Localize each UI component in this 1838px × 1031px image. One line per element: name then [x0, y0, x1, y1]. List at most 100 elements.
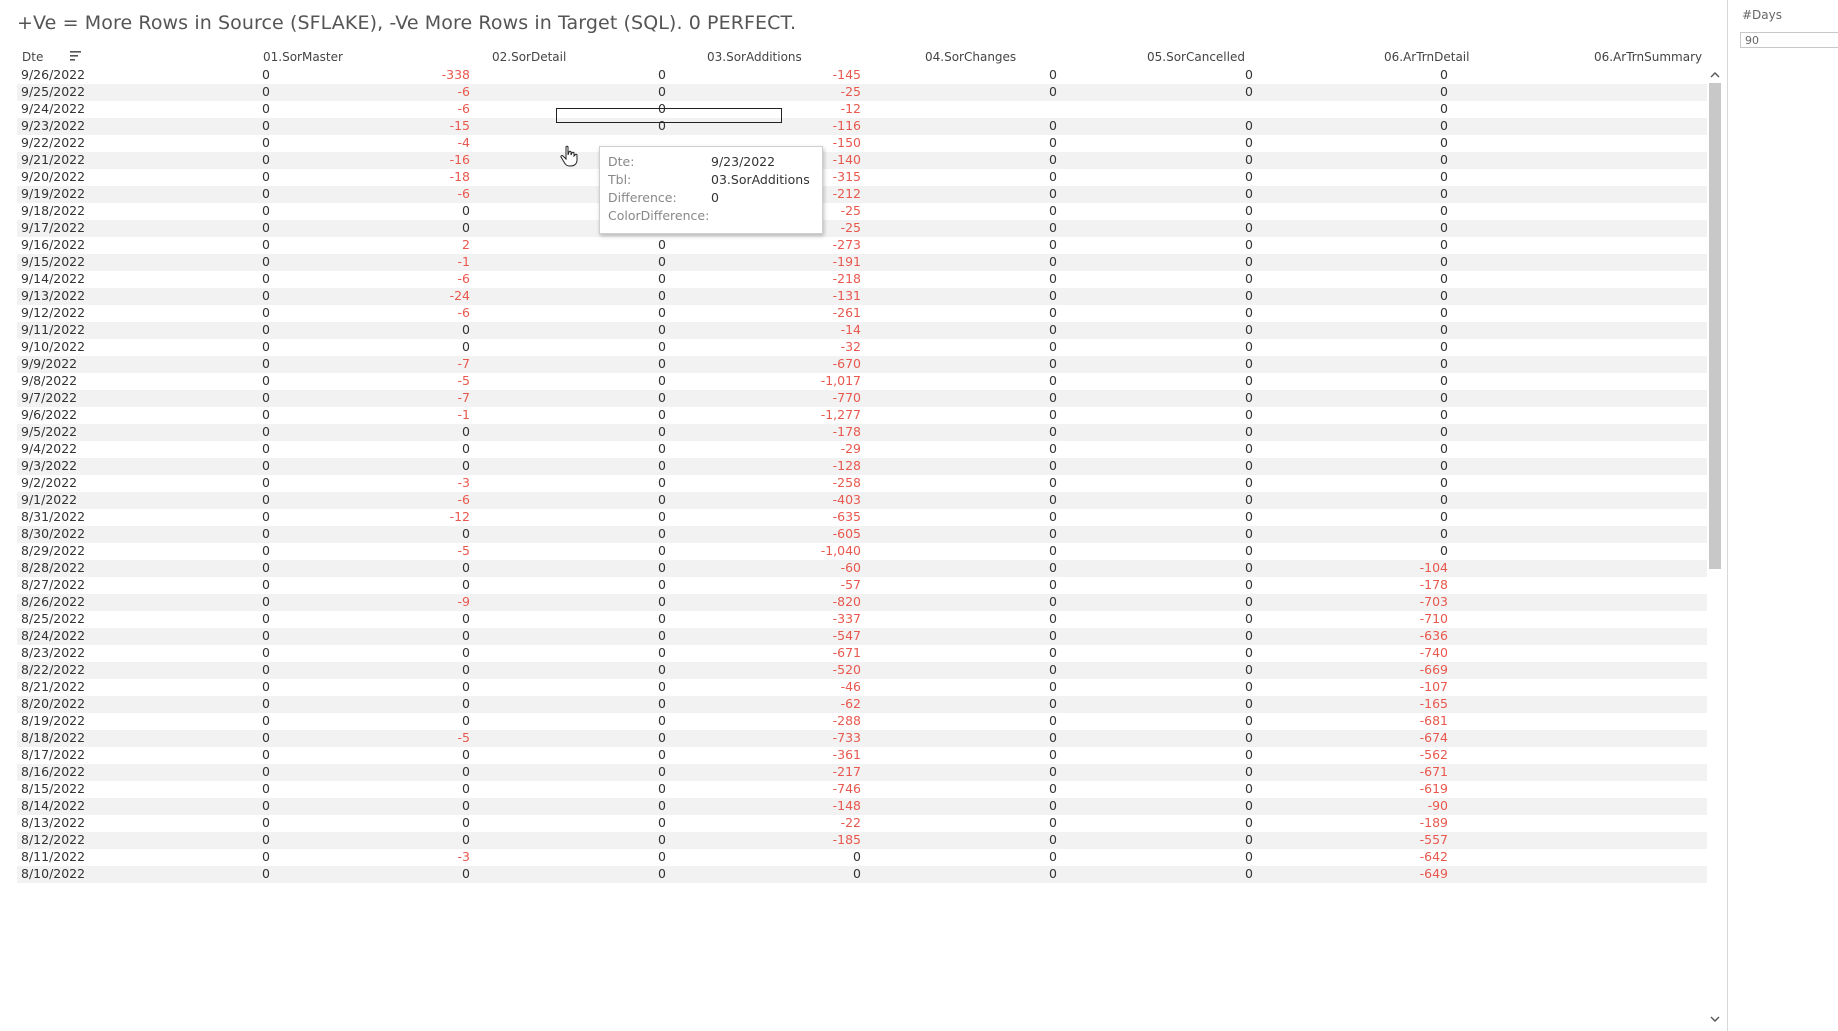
- table-row[interactable]: 8/17/2022 0 0 0 -361 0 0 -562: [17, 747, 1707, 764]
- value-cell[interactable]: 0: [977, 577, 1057, 592]
- value-cell[interactable]: -15: [390, 118, 470, 133]
- value-cell[interactable]: 0: [977, 628, 1057, 643]
- value-cell[interactable]: 0: [190, 611, 270, 626]
- table-row[interactable]: 9/9/2022 0 -7 0 -670 0 0 0: [17, 356, 1707, 373]
- column-header-soradditions[interactable]: 03.SorAdditions: [707, 50, 802, 64]
- value-cell[interactable]: 0: [1173, 645, 1253, 660]
- value-cell[interactable]: -520: [781, 662, 861, 677]
- value-cell[interactable]: -1: [390, 407, 470, 422]
- date-cell[interactable]: 8/18/2022: [21, 730, 85, 745]
- value-cell[interactable]: 0: [1173, 356, 1253, 371]
- date-cell[interactable]: 9/22/2022: [21, 135, 85, 150]
- value-cell[interactable]: 0: [977, 186, 1057, 201]
- value-cell[interactable]: 0: [390, 696, 470, 711]
- value-cell[interactable]: 0: [190, 475, 270, 490]
- value-cell[interactable]: -9: [390, 594, 470, 609]
- column-header-sorcancelled[interactable]: 05.SorCancelled: [1147, 50, 1245, 64]
- value-cell[interactable]: 0: [1173, 475, 1253, 490]
- value-cell[interactable]: -29: [781, 441, 861, 456]
- value-cell[interactable]: 0: [190, 509, 270, 524]
- value-cell[interactable]: 0: [1368, 356, 1448, 371]
- value-cell[interactable]: 0: [977, 832, 1057, 847]
- value-cell[interactable]: 0: [977, 373, 1057, 388]
- date-cell[interactable]: 9/3/2022: [21, 458, 77, 473]
- value-cell[interactable]: -361: [781, 747, 861, 762]
- value-cell[interactable]: 0: [1173, 237, 1253, 252]
- value-cell[interactable]: -4: [390, 135, 470, 150]
- table-row[interactable]: 9/5/2022 0 0 0 -178 0 0 0: [17, 424, 1707, 441]
- value-cell[interactable]: 0: [1173, 594, 1253, 609]
- column-header-dte[interactable]: Dte: [22, 50, 43, 64]
- value-cell[interactable]: 0: [977, 458, 1057, 473]
- table-row[interactable]: 9/23/2022 0 -15 0 -116 0 0 0: [17, 118, 1707, 135]
- table-row[interactable]: 8/18/2022 0 -5 0 -733 0 0 -674: [17, 730, 1707, 747]
- value-cell[interactable]: 0: [586, 254, 666, 269]
- value-cell[interactable]: -6: [390, 101, 470, 116]
- date-cell[interactable]: 8/24/2022: [21, 628, 85, 643]
- value-cell[interactable]: -5: [390, 730, 470, 745]
- table-row[interactable]: 8/24/2022 0 0 0 -547 0 0 -636: [17, 628, 1707, 645]
- date-cell[interactable]: 9/2/2022: [21, 475, 77, 490]
- value-cell[interactable]: 0: [390, 526, 470, 541]
- value-cell[interactable]: 0: [1173, 339, 1253, 354]
- value-cell[interactable]: -820: [781, 594, 861, 609]
- value-cell[interactable]: 0: [190, 169, 270, 184]
- table-row[interactable]: 9/12/2022 0 -6 0 -261 0 0 0: [17, 305, 1707, 322]
- date-cell[interactable]: 8/10/2022: [21, 866, 85, 881]
- value-cell[interactable]: 0: [977, 322, 1057, 337]
- value-cell[interactable]: 0: [586, 509, 666, 524]
- value-cell[interactable]: 0: [1173, 543, 1253, 558]
- value-cell[interactable]: 0: [586, 526, 666, 541]
- table-row[interactable]: 8/10/2022 0 0 0 0 0 0 -649: [17, 866, 1707, 883]
- value-cell[interactable]: -90: [1368, 798, 1448, 813]
- value-cell[interactable]: 0: [977, 560, 1057, 575]
- date-cell[interactable]: 8/22/2022: [21, 662, 85, 677]
- value-cell[interactable]: 0: [1368, 543, 1448, 558]
- value-cell[interactable]: -642: [1368, 849, 1448, 864]
- value-cell[interactable]: 0: [390, 713, 470, 728]
- value-cell[interactable]: 0: [390, 798, 470, 813]
- value-cell[interactable]: 0: [190, 492, 270, 507]
- value-cell[interactable]: -7: [390, 390, 470, 405]
- value-cell[interactable]: 0: [586, 713, 666, 728]
- table-row[interactable]: 9/15/2022 0 -1 0 -191 0 0 0: [17, 254, 1707, 271]
- value-cell[interactable]: 0: [190, 543, 270, 558]
- table-row[interactable]: 9/19/2022 0 -6 -212 0 0 0: [17, 186, 1707, 203]
- table-row[interactable]: 8/12/2022 0 0 0 -185 0 0 -557: [17, 832, 1707, 849]
- value-cell[interactable]: 0: [1368, 84, 1448, 99]
- value-cell[interactable]: 0: [1173, 628, 1253, 643]
- value-cell[interactable]: -6: [390, 186, 470, 201]
- value-cell[interactable]: 0: [977, 152, 1057, 167]
- value-cell[interactable]: 0: [1368, 237, 1448, 252]
- table-row[interactable]: 8/15/2022 0 0 0 -746 0 0 -619: [17, 781, 1707, 798]
- value-cell[interactable]: 0: [977, 254, 1057, 269]
- value-cell[interactable]: -6: [390, 492, 470, 507]
- value-cell[interactable]: 0: [1173, 152, 1253, 167]
- date-cell[interactable]: 8/28/2022: [21, 560, 85, 575]
- value-cell[interactable]: 0: [586, 288, 666, 303]
- date-cell[interactable]: 8/19/2022: [21, 713, 85, 728]
- value-cell[interactable]: 0: [390, 611, 470, 626]
- value-cell[interactable]: 0: [1173, 764, 1253, 779]
- value-cell[interactable]: -562: [1368, 747, 1448, 762]
- table-row[interactable]: 9/24/2022 0 -6 0 -12 0: [17, 101, 1707, 118]
- date-cell[interactable]: 9/16/2022: [21, 237, 85, 252]
- table-row[interactable]: 8/13/2022 0 0 0 -22 0 0 -189: [17, 815, 1707, 832]
- value-cell[interactable]: 0: [977, 475, 1057, 490]
- table-row[interactable]: 9/17/2022000-25000: [17, 220, 1707, 237]
- value-cell[interactable]: -178: [1368, 577, 1448, 592]
- value-cell[interactable]: 0: [586, 424, 666, 439]
- value-cell[interactable]: 0: [190, 339, 270, 354]
- value-cell[interactable]: -710: [1368, 611, 1448, 626]
- value-cell[interactable]: -148: [781, 798, 861, 813]
- value-cell[interactable]: 0: [781, 849, 861, 864]
- date-cell[interactable]: 9/8/2022: [21, 373, 77, 388]
- value-cell[interactable]: 0: [1173, 747, 1253, 762]
- value-cell[interactable]: 0: [977, 237, 1057, 252]
- value-cell[interactable]: 0: [190, 458, 270, 473]
- value-cell[interactable]: 0: [1368, 254, 1448, 269]
- value-cell[interactable]: 0: [190, 203, 270, 218]
- date-cell[interactable]: 9/9/2022: [21, 356, 77, 371]
- table-row[interactable]: 9/13/2022 0 -24 0 -131 0 0 0: [17, 288, 1707, 305]
- value-cell[interactable]: 0: [190, 798, 270, 813]
